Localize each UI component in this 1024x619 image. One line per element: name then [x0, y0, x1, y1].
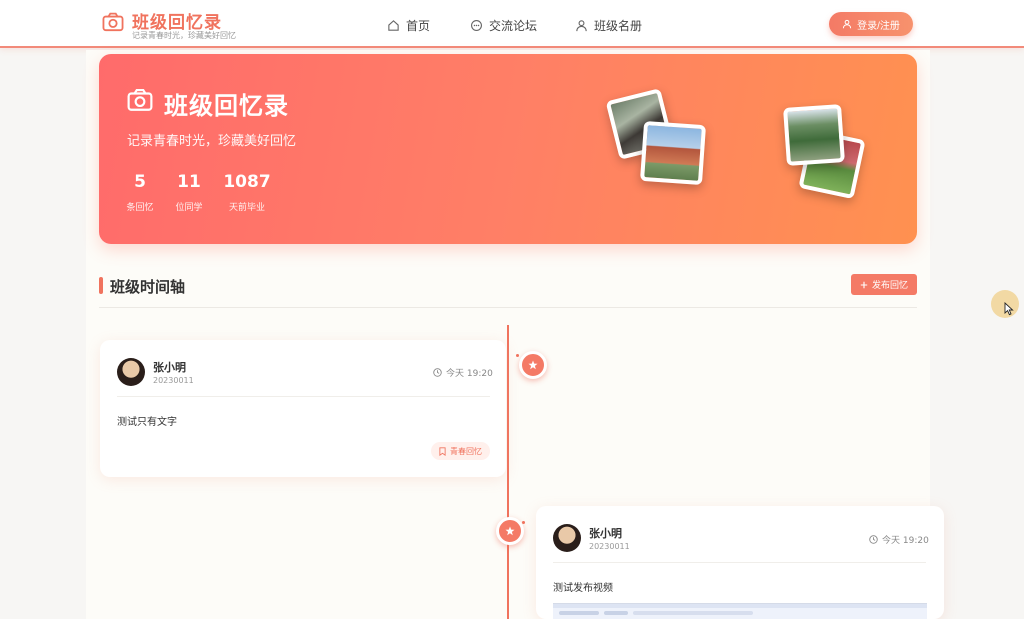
- publish-memory-button[interactable]: 发布回忆: [851, 274, 917, 295]
- post-content: 测试只有文字: [117, 417, 177, 428]
- divider: [99, 307, 917, 308]
- user-icon: [576, 19, 587, 31]
- clock-icon: [869, 535, 878, 544]
- timeline-tick: [516, 354, 519, 357]
- post-student-id: 20230011: [589, 542, 630, 551]
- user-icon: [843, 19, 852, 29]
- card-divider: [553, 562, 926, 563]
- video-preview-chip: [604, 611, 628, 615]
- post-tag[interactable]: 青春回忆: [431, 442, 490, 460]
- timeline-tick: [522, 521, 525, 524]
- nav-forum[interactable]: 交流论坛: [470, 16, 537, 34]
- avatar[interactable]: [117, 358, 145, 386]
- cursor-arrow-icon: [1004, 302, 1014, 316]
- post-time: 今天 19:20: [869, 533, 929, 546]
- hero-banner: 班级回忆录 记录青春时光，珍藏美好回忆 5 条回忆 11 位同学 1087 天前…: [99, 54, 917, 244]
- stat-label: 位同学: [175, 203, 203, 213]
- hero-title: 班级回忆录: [164, 92, 289, 120]
- post-time-text: 今天 19:20: [882, 536, 929, 546]
- clock-icon: [433, 368, 442, 377]
- stat-value: 11: [177, 172, 201, 192]
- memory-photo: [639, 120, 707, 186]
- post-content: 测试发布视频: [553, 583, 613, 594]
- publish-label: 发布回忆: [871, 280, 908, 290]
- timeline-line: [507, 325, 509, 619]
- stat-label: 条回忆: [126, 203, 154, 213]
- video-preview[interactable]: [553, 603, 927, 619]
- star-icon: [505, 526, 515, 536]
- stat-value: 5: [134, 172, 146, 192]
- timeline-node: [519, 351, 547, 379]
- post-author[interactable]: 张小明: [153, 359, 186, 375]
- timeline-node: [496, 517, 524, 545]
- stat-value: 1087: [223, 172, 271, 192]
- nav-roster-label: 班级名册: [594, 18, 643, 33]
- nav-forum-label: 交流论坛: [489, 18, 538, 33]
- bookmark-icon: [439, 446, 446, 456]
- video-preview-chip: [559, 611, 599, 615]
- hero-subtitle: 记录青春时光，珍藏美好回忆: [127, 134, 297, 149]
- login-label: 登录/注册: [857, 20, 900, 32]
- post-student-id: 20230011: [153, 376, 194, 385]
- avatar[interactable]: [553, 524, 581, 552]
- post-author[interactable]: 张小明: [589, 525, 622, 541]
- video-preview-toolbar: [553, 608, 927, 618]
- section-accent-bar: [99, 277, 103, 294]
- nav-roster[interactable]: 班级名册: [575, 16, 642, 34]
- top-navbar: 班级回忆录 记录青春时光，珍藏美好回忆 首页 交流论坛 班级名册 登录/注册: [0, 0, 1024, 48]
- home-icon: [388, 19, 399, 31]
- timeline-title: 班级时间轴: [110, 278, 186, 296]
- login-register-button[interactable]: 登录/注册: [829, 12, 913, 36]
- card-divider: [117, 396, 490, 397]
- post-tag-label: 青春回忆: [450, 446, 482, 456]
- star-icon: [528, 360, 538, 370]
- logo-subtitle: 记录青春时光，珍藏美好回忆: [132, 31, 236, 40]
- stat-days: 1087 天前毕业: [223, 172, 271, 213]
- video-preview-chip: [633, 611, 753, 615]
- post-time: 今天 19:20: [433, 366, 493, 379]
- camera-icon: [127, 88, 153, 111]
- nav-home[interactable]: 首页: [387, 16, 430, 34]
- camera-icon: [102, 12, 124, 32]
- chat-icon: [471, 19, 482, 31]
- stat-classmates: 11 位同学: [174, 172, 204, 213]
- nav-home-label: 首页: [406, 18, 431, 33]
- plus-icon: [860, 281, 868, 288]
- stat-memories: 5 条回忆: [125, 172, 155, 213]
- memory-photo: [783, 104, 845, 166]
- stat-label: 天前毕业: [228, 203, 265, 213]
- post-time-text: 今天 19:20: [446, 369, 493, 379]
